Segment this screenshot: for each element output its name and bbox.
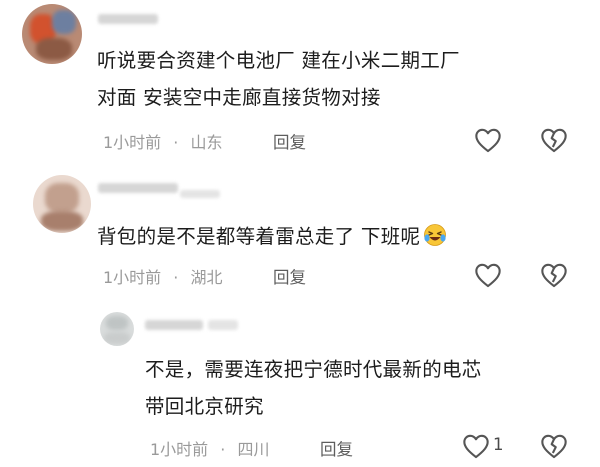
laughing-tears-emoji (424, 224, 447, 246)
avatar[interactable] (22, 4, 82, 64)
comment-text: 不是，需要连夜把宁德时代最新的电芯 (145, 358, 482, 381)
reply-button[interactable]: 回复 (273, 264, 306, 288)
comment-time: 1小时前 (103, 268, 162, 287)
broken-heart-icon[interactable] (540, 433, 568, 459)
comment-text-content: 背包的是不是都等着雷总走了 下班呢 (97, 225, 421, 248)
heart-outline-icon[interactable] (474, 262, 502, 288)
broken-heart-icon[interactable] (540, 262, 568, 288)
comment-meta: 1小时前 · 山东 (103, 129, 222, 153)
comment-location: 湖北 (190, 268, 223, 287)
comment-text: 背包的是不是都等着雷总走了 下班呢 (97, 220, 447, 253)
broken-heart-icon[interactable] (540, 127, 568, 153)
meta-separator: · (173, 268, 179, 287)
comment-meta: 1小时前 · 湖北 (103, 264, 222, 288)
username[interactable] (208, 320, 238, 330)
username[interactable] (145, 320, 203, 330)
heart-outline-icon[interactable] (462, 433, 490, 459)
username[interactable] (98, 183, 178, 193)
comment-text: 带回北京研究 (145, 395, 264, 418)
like-count: 1 (493, 435, 504, 454)
reply-button[interactable]: 回复 (320, 436, 353, 460)
heart-outline-icon[interactable] (474, 127, 502, 153)
comment-location: 四川 (237, 440, 270, 459)
avatar[interactable] (33, 175, 91, 233)
meta-separator: · (173, 133, 179, 152)
comment-meta: 1小时前 · 四川 (150, 436, 269, 460)
reply-button[interactable]: 回复 (273, 129, 306, 153)
meta-separator: · (220, 440, 226, 459)
username[interactable] (98, 14, 158, 24)
comment-time: 1小时前 (103, 133, 162, 152)
comment-text: 对面 安装空中走廊直接货物对接 (97, 86, 381, 109)
avatar[interactable] (100, 312, 134, 346)
comment-location: 山东 (190, 133, 223, 152)
username[interactable] (180, 190, 220, 198)
comment-text: 听说要合资建个电池厂 建在小米二期工厂 (97, 49, 460, 72)
comment-time: 1小时前 (150, 440, 209, 459)
